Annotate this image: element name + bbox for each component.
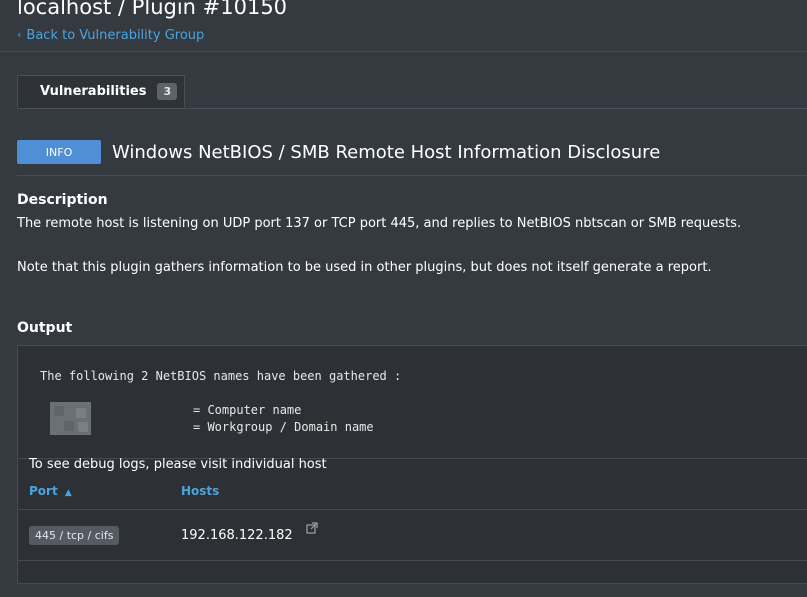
column-header-port[interactable]: Port ▲ bbox=[29, 484, 72, 498]
port-tag: 445 / tcp / cifs bbox=[29, 526, 120, 545]
count-badge: 3 bbox=[157, 83, 178, 100]
column-header-hosts[interactable]: Hosts bbox=[181, 484, 219, 498]
tab-label: Vulnerabilities bbox=[40, 84, 147, 99]
chevron-left-icon: ‹ bbox=[17, 28, 22, 41]
description-paragraph-1: The remote host is listening on UDP port… bbox=[17, 216, 742, 231]
description-heading: Description bbox=[17, 192, 108, 208]
host-address: 192.168.122.182 bbox=[181, 528, 293, 543]
redacted-name-block bbox=[50, 402, 91, 435]
output-line: = Computer name bbox=[193, 403, 302, 417]
output-line: = Workgroup / Domain name bbox=[193, 420, 374, 434]
table-row-divider bbox=[18, 560, 807, 561]
plugin-header: INFO Windows NetBIOS / SMB Remote Host I… bbox=[17, 140, 660, 164]
severity-badge: INFO bbox=[17, 140, 101, 164]
back-link-label: Back to Vulnerability Group bbox=[26, 28, 205, 43]
header-divider bbox=[0, 51, 807, 52]
description-paragraph-2: Note that this plugin gathers informatio… bbox=[17, 260, 712, 275]
tab-vulnerabilities[interactable]: Vulnerabilities 3 bbox=[17, 75, 185, 108]
external-link-icon[interactable] bbox=[306, 522, 318, 534]
sort-ascending-icon: ▲ bbox=[64, 488, 72, 498]
back-to-vulnerability-group-link[interactable]: ‹ Back to Vulnerability Group bbox=[17, 28, 204, 43]
output-panel: The following 2 NetBIOS names have been … bbox=[17, 345, 807, 584]
debug-logs-note: To see debug logs, please visit individu… bbox=[29, 457, 327, 472]
plugin-name: Windows NetBIOS / SMB Remote Host Inform… bbox=[112, 141, 661, 163]
page-title: localhost / Plugin #10150 bbox=[17, 0, 288, 19]
output-heading: Output bbox=[17, 320, 73, 336]
table-header-divider bbox=[18, 509, 807, 510]
output-line: The following 2 NetBIOS names have been … bbox=[40, 369, 402, 383]
tab-bar: Vulnerabilities 3 bbox=[17, 75, 807, 109]
column-header-label: Port bbox=[29, 484, 58, 498]
plugin-header-divider bbox=[17, 175, 807, 176]
